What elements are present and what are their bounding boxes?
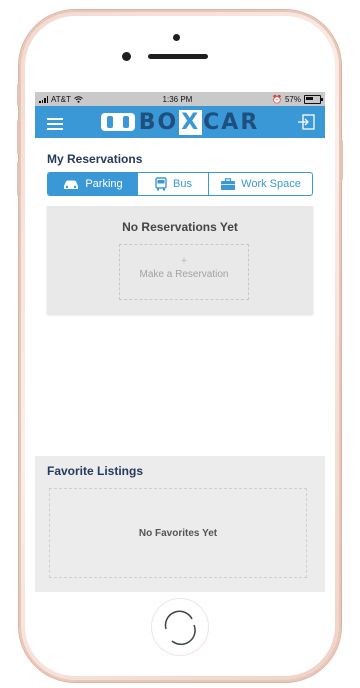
plus-icon: +: [180, 255, 188, 267]
car-icon: [64, 180, 79, 189]
alarm-icon: ⏰: [272, 94, 282, 104]
logout-icon[interactable]: [297, 114, 315, 130]
make-reservation-label: Make a Reservation: [139, 269, 229, 280]
mute-switch: [17, 84, 20, 106]
favorites-empty-box: No Favorites Yet: [49, 488, 307, 578]
tab-parking-label: Parking: [85, 178, 123, 190]
proximity-sensor: [122, 52, 131, 61]
tab-parking[interactable]: Parking: [48, 173, 138, 195]
reservation-type-tabs: Parking Bus Work Space: [47, 172, 313, 196]
carrier-label: AT&T: [51, 94, 71, 104]
volume-up-button: [17, 120, 20, 154]
status-bar: AT&T 1:36 PM ⏰ 57%: [35, 92, 325, 106]
bus-icon: [155, 177, 167, 191]
app-header: BO X CAR: [35, 106, 325, 138]
reservations-card: No Reservations Yet + Make a Reservation: [47, 206, 313, 314]
earpiece-speaker: [148, 54, 208, 59]
favorite-listings-title: Favorite Listings: [47, 464, 144, 478]
my-reservations-title: My Reservations: [47, 152, 143, 166]
signal-icon: [39, 95, 48, 103]
favorite-listings-section: Favorite Listings No Favorites Yet: [35, 456, 325, 592]
battery-icon: [303, 94, 323, 104]
no-reservations-heading: No Reservations Yet: [122, 220, 238, 234]
home-button-ring-icon: [164, 610, 196, 646]
brand-logo: BO X CAR: [100, 109, 260, 135]
power-button: [340, 140, 343, 180]
status-time: 1:36 PM: [162, 94, 193, 104]
hamburger-menu-icon[interactable]: [47, 115, 63, 130]
no-favorites-text: No Favorites Yet: [138, 527, 218, 539]
make-reservation-button[interactable]: + Make a Reservation: [119, 244, 249, 300]
tab-bus[interactable]: Bus: [138, 173, 209, 195]
battery-percent: 57%: [284, 94, 301, 104]
front-camera: [173, 34, 180, 41]
volume-down-button: [17, 162, 20, 196]
wifi-icon: [74, 95, 83, 103]
briefcase-icon: [221, 177, 236, 190]
home-button[interactable]: [151, 598, 209, 656]
tab-work-space-label: Work Space: [241, 178, 301, 190]
app-screen: AT&T 1:36 PM ⏰ 57% BO X CAR My Reservation…: [35, 92, 325, 592]
brand-wordmark: BO X CAR: [138, 109, 260, 135]
tab-work-space[interactable]: Work Space: [209, 173, 312, 195]
car-logo-icon: [100, 113, 135, 131]
tab-bus-label: Bus: [173, 178, 192, 190]
